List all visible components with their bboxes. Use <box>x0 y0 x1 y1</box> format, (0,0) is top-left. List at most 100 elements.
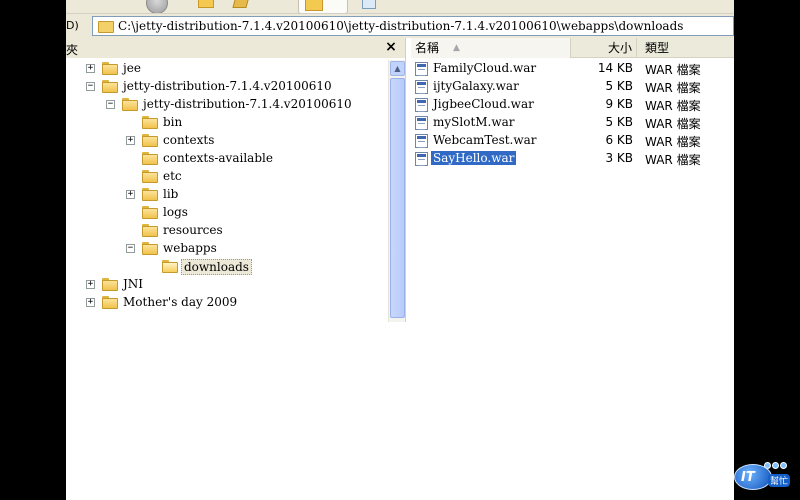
folders-toggle-button[interactable] <box>298 0 348 13</box>
explorer-window: D) C:\jetty-distribution-7.1.4.v20100610… <box>66 0 734 500</box>
file-type: WAR 檔案 <box>645 153 701 167</box>
war-file-icon <box>415 152 428 166</box>
file-row[interactable]: mySlotM.war 5 KB WAR 檔案 <box>411 114 734 132</box>
column-type-label: 類型 <box>645 41 670 55</box>
views-button[interactable] <box>362 0 376 9</box>
open-folder-icon <box>162 260 178 273</box>
file-row[interactable]: ijtyGalaxy.war 5 KB WAR 檔案 <box>411 78 734 96</box>
folders-icon <box>305 0 323 11</box>
tree-item-label[interactable]: contexts <box>161 133 216 147</box>
expand-plus-icon[interactable]: + <box>86 64 95 73</box>
address-field[interactable]: C:\jetty-distribution-7.1.4.v20100610\je… <box>92 16 734 36</box>
file-size: 9 KB <box>605 97 633 111</box>
tree-item[interactable]: + JNI <box>66 276 386 294</box>
toolbar <box>66 0 734 14</box>
tree-item[interactable]: − jetty-distribution-7.1.4.v20100610 <box>66 78 386 96</box>
tree-item[interactable]: − webapps <box>66 240 386 258</box>
folder-icon <box>102 62 118 75</box>
search-icon[interactable] <box>232 0 250 8</box>
tree-item-label[interactable]: downloads <box>181 259 252 275</box>
folder-icon <box>142 170 158 183</box>
tree-item-label[interactable]: Mother's day 2009 <box>121 295 239 309</box>
file-name[interactable]: JigbeeCloud.war <box>431 97 536 111</box>
file-row[interactable]: JigbeeCloud.war 9 KB WAR 檔案 <box>411 96 734 114</box>
back-button[interactable] <box>146 0 168 13</box>
tree-item-label[interactable]: resources <box>161 223 225 237</box>
file-type: WAR 檔案 <box>645 99 701 113</box>
tree-item-label[interactable]: contexts-available <box>161 151 275 165</box>
file-size: 5 KB <box>605 115 633 129</box>
expand-plus-icon[interactable]: + <box>86 298 95 307</box>
collapse-minus-icon[interactable]: − <box>106 100 115 109</box>
folder-icon <box>142 116 158 129</box>
tree-item[interactable]: + contexts <box>66 132 386 150</box>
folder-icon <box>102 80 118 93</box>
tree-item[interactable]: etc <box>66 168 386 186</box>
column-header-size[interactable]: 大小 <box>571 38 637 58</box>
file-name[interactable]: WebcamTest.war <box>431 133 539 147</box>
file-type: WAR 檔案 <box>645 63 701 77</box>
tree-item-label[interactable]: logs <box>161 205 190 219</box>
war-file-icon <box>415 80 428 94</box>
tree-item-label[interactable]: jee <box>121 61 143 75</box>
file-type: WAR 檔案 <box>645 81 701 95</box>
tree-item-label[interactable]: jetty-distribution-7.1.4.v20100610 <box>141 97 354 111</box>
tree-item[interactable]: + jee <box>66 60 386 78</box>
collapse-minus-icon[interactable]: − <box>86 82 95 91</box>
file-name[interactable]: FamilyCloud.war <box>431 61 538 75</box>
war-file-icon <box>415 134 428 148</box>
tree-item[interactable]: + lib <box>66 186 386 204</box>
file-size: 3 KB <box>605 151 633 165</box>
column-header-row: 名稱 ▲ 大小 類型 <box>411 38 734 58</box>
folder-icon <box>142 152 158 165</box>
expand-plus-icon[interactable]: + <box>86 280 95 289</box>
war-file-icon <box>415 62 428 76</box>
folders-pane-header: 夾 × <box>66 38 405 58</box>
file-row[interactable]: SayHello.war 3 KB WAR 檔案 <box>411 150 734 168</box>
column-header-name[interactable]: 名稱 ▲ <box>411 38 571 58</box>
tree-item[interactable]: + Mother's day 2009 <box>66 294 386 312</box>
tree-item-label[interactable]: JNI <box>121 277 145 291</box>
vertical-scrollbar[interactable]: ▲ <box>388 60 405 322</box>
file-name[interactable]: mySlotM.war <box>431 115 517 129</box>
it-help-logo: IT 幫忙 <box>734 460 794 494</box>
tree-item-label[interactable]: webapps <box>161 241 219 255</box>
scroll-up-arrow-icon[interactable]: ▲ <box>390 61 405 76</box>
address-path[interactable]: C:\jetty-distribution-7.1.4.v20100610\je… <box>118 19 683 33</box>
tree-item[interactable]: resources <box>66 222 386 240</box>
collapse-minus-icon[interactable]: − <box>126 244 135 253</box>
file-list-pane: 名稱 ▲ 大小 類型 FamilyCloud.war 14 KB WAR 檔案 ijt… <box>411 38 734 322</box>
close-icon[interactable]: × <box>384 39 398 55</box>
file-name[interactable]: SayHello.war <box>431 151 517 165</box>
tree-item[interactable]: downloads <box>66 258 386 276</box>
tree-item[interactable]: bin <box>66 114 386 132</box>
folder-icon <box>142 224 158 237</box>
address-bar: D) C:\jetty-distribution-7.1.4.v20100610… <box>66 14 734 38</box>
file-type: WAR 檔案 <box>645 117 701 131</box>
folder-icon <box>142 188 158 201</box>
column-header-type[interactable]: 類型 <box>637 38 734 58</box>
expand-plus-icon[interactable]: + <box>126 136 135 145</box>
tree-item[interactable]: contexts-available <box>66 150 386 168</box>
tree-item[interactable]: logs <box>66 204 386 222</box>
file-size: 14 KB <box>597 61 633 75</box>
address-label: D) <box>66 19 79 32</box>
tree-item-label[interactable]: lib <box>161 187 180 201</box>
file-name[interactable]: ijtyGalaxy.war <box>431 79 521 93</box>
file-row[interactable]: FamilyCloud.war 14 KB WAR 檔案 <box>411 60 734 78</box>
folder-icon <box>122 98 138 111</box>
folders-pane: 夾 × + jee − jetty-distribution-7.1.4.v20100… <box>66 38 406 322</box>
tree-item-label[interactable]: etc <box>161 169 184 183</box>
file-row[interactable]: WebcamTest.war 6 KB WAR 檔案 <box>411 132 734 150</box>
file-size: 5 KB <box>605 79 633 93</box>
tree-item-label[interactable]: bin <box>161 115 184 129</box>
tree-item[interactable]: − jetty-distribution-7.1.4.v20100610 <box>66 96 386 114</box>
tree-item-label[interactable]: jetty-distribution-7.1.4.v20100610 <box>121 79 334 93</box>
expand-plus-icon[interactable]: + <box>126 190 135 199</box>
folder-icon <box>142 206 158 219</box>
folder-up-icon[interactable] <box>198 0 214 8</box>
logo-tail: 幫忙 <box>768 474 791 487</box>
file-type: WAR 檔案 <box>645 135 701 149</box>
folder-icon <box>142 242 158 255</box>
scrollbar-thumb[interactable] <box>390 78 405 318</box>
